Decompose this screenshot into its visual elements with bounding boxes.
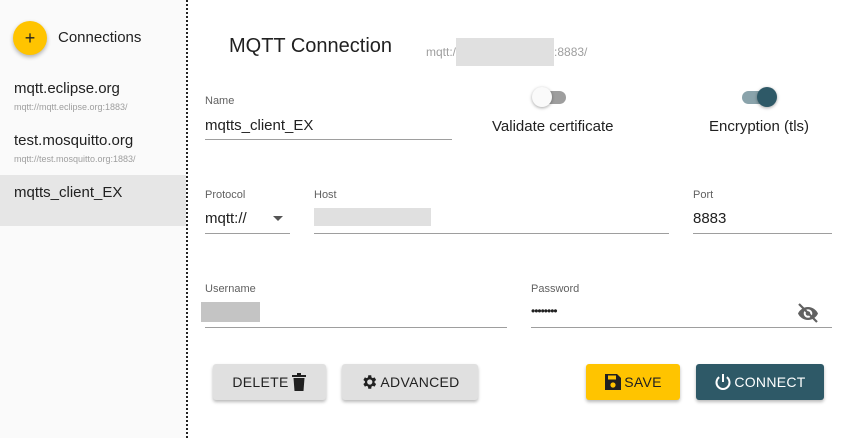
power-icon xyxy=(714,373,732,391)
save-button[interactable]: SAVE xyxy=(586,364,680,400)
port-underline xyxy=(693,233,832,234)
connection-item-selected[interactable]: mqtts_client_EX xyxy=(0,175,186,226)
protocol-value: mqtt:// xyxy=(205,210,247,227)
connection-name: mqtts_client_EX xyxy=(14,184,123,201)
host-underline xyxy=(314,233,669,234)
redacted-username-input[interactable] xyxy=(201,302,260,322)
connection-url-preview: mqtt:/ :8883/ xyxy=(426,38,587,66)
protocol-underline xyxy=(205,233,290,234)
protocol-label: Protocol xyxy=(205,189,246,201)
connection-name: mqtt.eclipse.org xyxy=(14,80,120,97)
name-underline xyxy=(205,139,452,140)
gear-icon xyxy=(360,373,378,391)
port-field[interactable]: Port 8883 xyxy=(693,189,832,234)
host-field[interactable]: Host xyxy=(314,189,669,234)
sidebar-divider xyxy=(186,0,188,438)
connection-url: mqtt://mqtt.eclipse.org:1883/ xyxy=(14,102,128,112)
password-underline xyxy=(531,327,832,328)
sidebar-title: Connections xyxy=(58,29,142,46)
advanced-button[interactable]: ADVANCED xyxy=(342,364,478,400)
connection-item-eclipse[interactable]: mqtt.eclipse.org mqtt://mqtt.eclipse.org… xyxy=(0,80,186,120)
username-label: Username xyxy=(205,283,256,295)
page-title: MQTT Connection xyxy=(229,35,393,57)
username-underline xyxy=(205,327,507,328)
redacted-host xyxy=(456,38,555,66)
redacted-host-input[interactable] xyxy=(314,208,431,226)
visibility-off-icon[interactable] xyxy=(796,303,820,328)
password-label: Password xyxy=(531,283,580,295)
connection-item-mosquitto[interactable]: test.mosquitto.org mqtt://test.mosquitto… xyxy=(0,132,186,172)
url-suffix: :8883/ xyxy=(554,45,588,59)
sidebar: + Connections mqtt.eclipse.org mqtt://mq… xyxy=(0,0,186,438)
connect-label: CONNECT xyxy=(734,374,806,390)
name-field[interactable]: Name mqtts_client_EX xyxy=(205,95,452,140)
host-label: Host xyxy=(314,189,337,201)
port-input[interactable]: 8883 xyxy=(693,210,726,227)
trash-icon xyxy=(291,373,307,391)
delete-label: DELETE xyxy=(232,374,289,390)
validate-certificate-toggle[interactable] xyxy=(532,87,568,107)
connection-url: mqtt://test.mosquitto.org:1883/ xyxy=(14,154,136,164)
name-label: Name xyxy=(205,95,235,107)
validate-certificate-label: Validate certificate xyxy=(492,118,614,135)
add-connection-button[interactable]: + xyxy=(13,21,47,55)
add-icon: + xyxy=(24,27,36,48)
password-input[interactable]: •••••••• xyxy=(531,304,558,318)
toggle-thumb xyxy=(757,87,777,107)
save-label: SAVE xyxy=(624,374,662,390)
connection-name: test.mosquitto.org xyxy=(14,132,134,149)
save-icon xyxy=(604,373,622,391)
delete-button[interactable]: DELETE xyxy=(213,364,326,400)
username-field[interactable]: Username xyxy=(201,283,507,328)
protocol-select[interactable]: Protocol mqtt:// xyxy=(205,189,290,234)
connect-button[interactable]: CONNECT xyxy=(696,364,824,400)
name-input[interactable]: mqtts_client_EX xyxy=(205,117,313,134)
advanced-label: ADVANCED xyxy=(380,374,460,390)
encryption-label: Encryption (tls) xyxy=(709,118,810,135)
encryption-toggle[interactable] xyxy=(740,87,777,107)
toggle-thumb xyxy=(532,87,552,107)
url-prefix: mqtt:/ xyxy=(426,45,457,59)
port-label: Port xyxy=(693,189,714,201)
password-field[interactable]: Password •••••••• xyxy=(531,283,832,328)
dropdown-arrow-icon[interactable] xyxy=(273,216,283,221)
